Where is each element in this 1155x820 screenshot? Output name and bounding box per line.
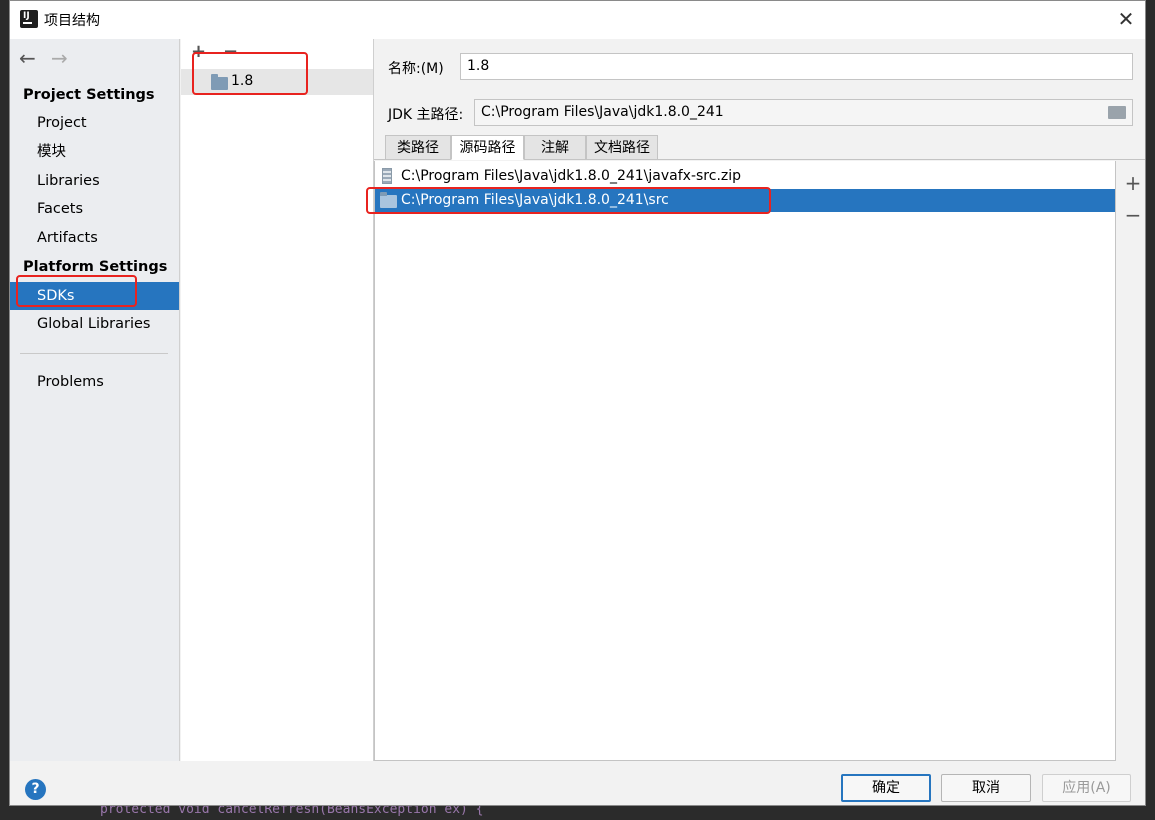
nav-item-artifacts[interactable]: Artifacts	[10, 224, 179, 252]
background-ide-left	[0, 0, 9, 820]
tab-classpath[interactable]: 类路径	[385, 135, 451, 160]
cancel-button[interactable]: 取消	[941, 774, 1031, 802]
nav-divider	[20, 353, 168, 354]
name-label: 名称:(M)	[388, 61, 444, 77]
nav-item-modules[interactable]: 模块	[10, 138, 179, 166]
project-settings-header: Project Settings	[23, 87, 155, 103]
apply-button[interactable]: 应用(A)	[1042, 774, 1131, 802]
sdk-details-pane: 名称:(M) 1.8 JDK 主路径: C:\Program Files\Jav…	[374, 39, 1145, 761]
nav-item-facets[interactable]: Facets	[10, 195, 179, 223]
jdk-home-label: JDK 主路径:	[388, 107, 464, 123]
path-text: C:\Program Files\Java\jdk1.8.0_241\javaf…	[401, 168, 742, 184]
remove-path-button[interactable]: −	[1123, 203, 1143, 227]
help-icon[interactable]: ?	[25, 779, 46, 800]
jdk-home-path-value: C:\Program Files\Java\jdk1.8.0_241	[481, 104, 724, 120]
annotation-box-sdk-item	[192, 52, 308, 95]
jdk-home-path-field[interactable]: C:\Program Files\Java\jdk1.8.0_241	[474, 99, 1133, 126]
close-icon[interactable]: ✕	[1114, 7, 1138, 31]
tab-annotations[interactable]: 注解	[524, 135, 586, 160]
dialog-footer: ? 确定 取消 应用(A)	[10, 761, 1145, 805]
nav-item-project[interactable]: Project	[10, 109, 179, 137]
list-item[interactable]: C:\Program Files\Java\jdk1.8.0_241\javaf…	[375, 165, 1115, 188]
sdk-list-pane: + − 1.8	[181, 39, 374, 761]
nav-item-libraries[interactable]: Libraries	[10, 167, 179, 195]
ok-button[interactable]: 确定	[841, 774, 931, 802]
back-arrow-icon[interactable]: ←	[19, 46, 36, 70]
nav-item-global-libraries[interactable]: Global Libraries	[10, 310, 179, 338]
browse-folder-icon[interactable]	[1108, 106, 1126, 119]
name-input[interactable]: 1.8	[460, 53, 1133, 80]
annotation-box-sdks-nav	[16, 275, 137, 307]
tab-documentation-paths[interactable]: 文档路径	[586, 135, 658, 160]
tab-sourcepath[interactable]: 源码路径	[451, 135, 524, 160]
title-bar: IJ 项目结构 ✕	[10, 1, 1145, 39]
path-tabs: 类路径 源码路径 注解 文档路径	[374, 135, 1145, 160]
intellij-app-icon: IJ	[20, 10, 38, 28]
source-path-list: C:\Program Files\Java\jdk1.8.0_241\javaf…	[374, 161, 1116, 761]
project-structure-dialog: IJ 项目结构 ✕ ← → Project Settings Project 模…	[9, 0, 1146, 806]
forward-arrow-icon[interactable]: →	[51, 46, 68, 70]
background-ide-right	[1146, 0, 1155, 820]
nav-item-problems[interactable]: Problems	[10, 368, 179, 396]
annotation-box-src-path	[366, 187, 771, 214]
settings-navigation: ← → Project Settings Project 模块 Librarie…	[10, 39, 180, 761]
add-path-button[interactable]: +	[1123, 171, 1143, 195]
dialog-title: 项目结构	[44, 13, 100, 29]
platform-settings-header: Platform Settings	[23, 259, 168, 275]
archive-icon	[382, 168, 392, 184]
